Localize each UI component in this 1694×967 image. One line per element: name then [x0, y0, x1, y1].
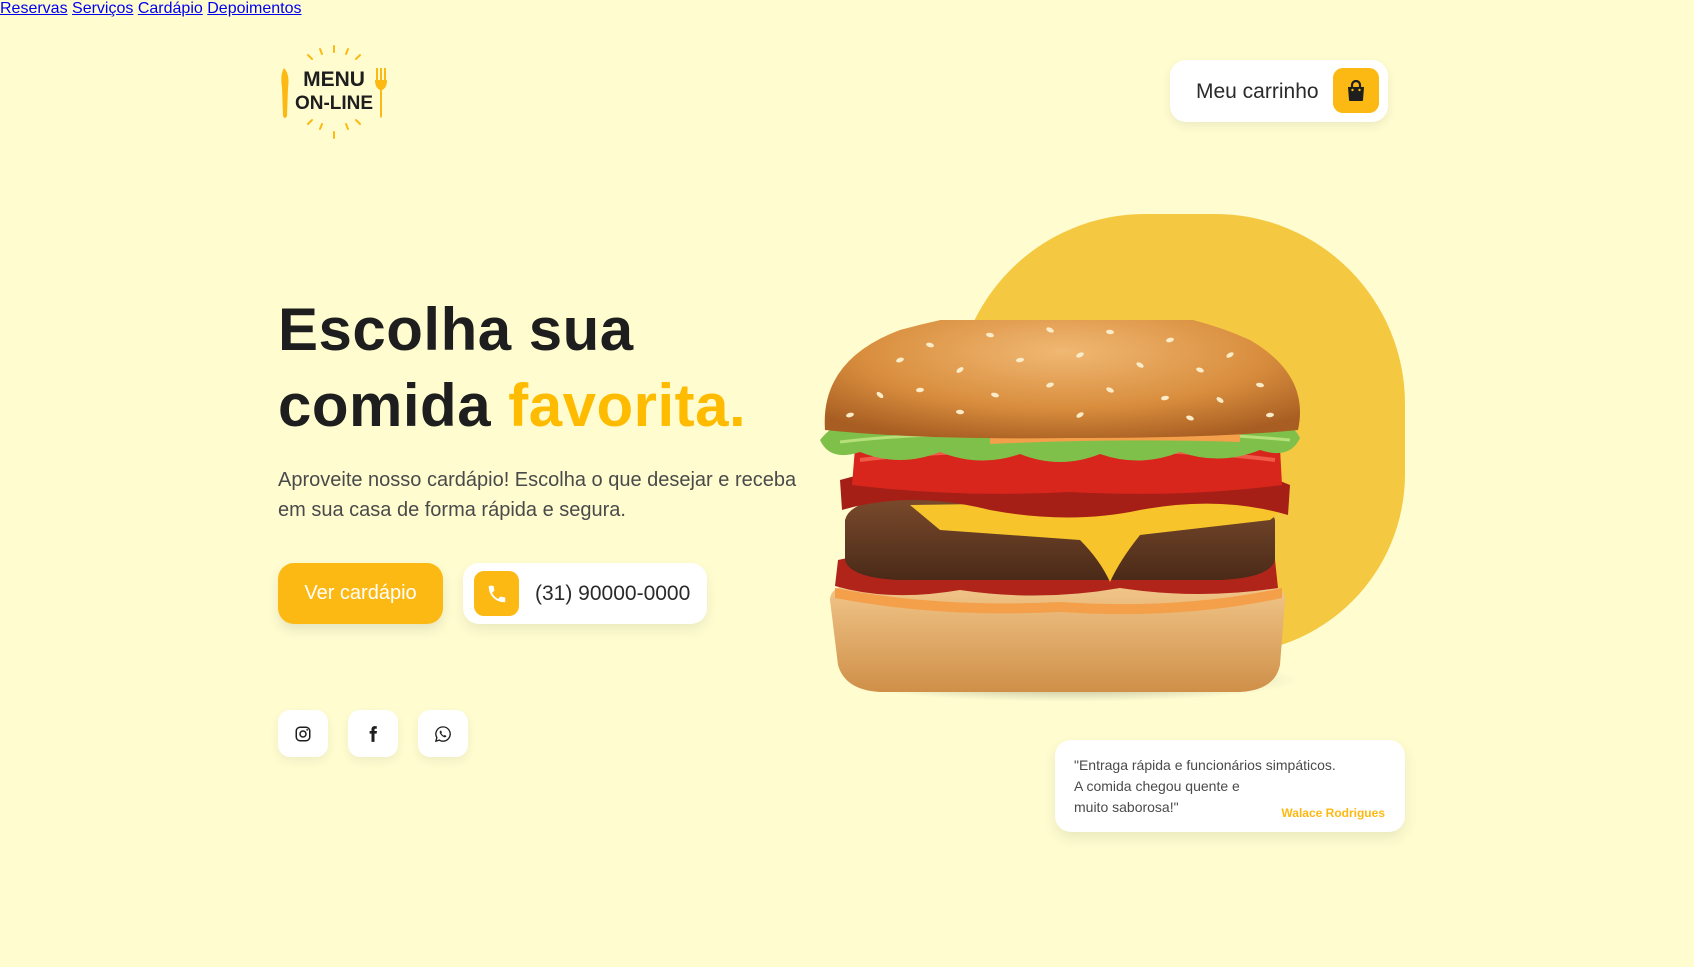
facebook-button[interactable] [348, 710, 398, 757]
hero-title: Escolha sua comida favorita. [278, 292, 746, 444]
instagram-button[interactable] [278, 710, 328, 757]
main-nav: Reservas Serviços Cardápio Depoimentos [0, 0, 1694, 18]
instagram-icon [295, 726, 311, 741]
hero-description: Aproveite nosso cardápio! Escolha o que … [278, 469, 797, 521]
cart-button[interactable]: Meu carrinho [1170, 60, 1388, 122]
hero-title-line1: Escolha sua [278, 296, 634, 363]
landing-page: MENU ON-LINE Reservas Serviços Cardápio … [0, 0, 1694, 967]
phone-number: (31) 90000-0000 [535, 582, 691, 605]
logo-text-menu: MENU [303, 68, 365, 91]
phone-contact-button[interactable]: (31) 90000-0000 [463, 563, 707, 624]
cart-label: Meu carrinho [1196, 80, 1319, 103]
whatsapp-icon [434, 725, 451, 742]
hero-title-line2: comida [278, 372, 492, 439]
nav-item-depoimentos[interactable]: Depoimentos [207, 0, 301, 17]
cart-icon-button[interactable] [1333, 68, 1379, 113]
phone-icon-box [474, 571, 519, 616]
burger-image [820, 320, 1300, 702]
testimonial-author: Walace Rodrigues [1281, 806, 1385, 820]
nav-item-reservas[interactable]: Reservas [0, 0, 68, 17]
shopping-bag-icon [1348, 79, 1364, 101]
whatsapp-button[interactable] [418, 710, 468, 757]
nav-item-cardapio[interactable]: Cardápio [138, 0, 203, 17]
view-menu-button[interactable]: Ver cardápio [278, 563, 443, 624]
phone-icon [488, 585, 505, 602]
logo[interactable]: MENU ON-LINE [278, 44, 390, 140]
nav-item-servicos[interactable]: Serviços [72, 0, 133, 17]
logo-text-online: ON-LINE [295, 93, 373, 114]
testimonial-card: "Entraga rápida e funcionários simpático… [1055, 740, 1405, 832]
hero-title-accent: favorita. [508, 372, 747, 439]
facebook-icon [369, 725, 377, 742]
